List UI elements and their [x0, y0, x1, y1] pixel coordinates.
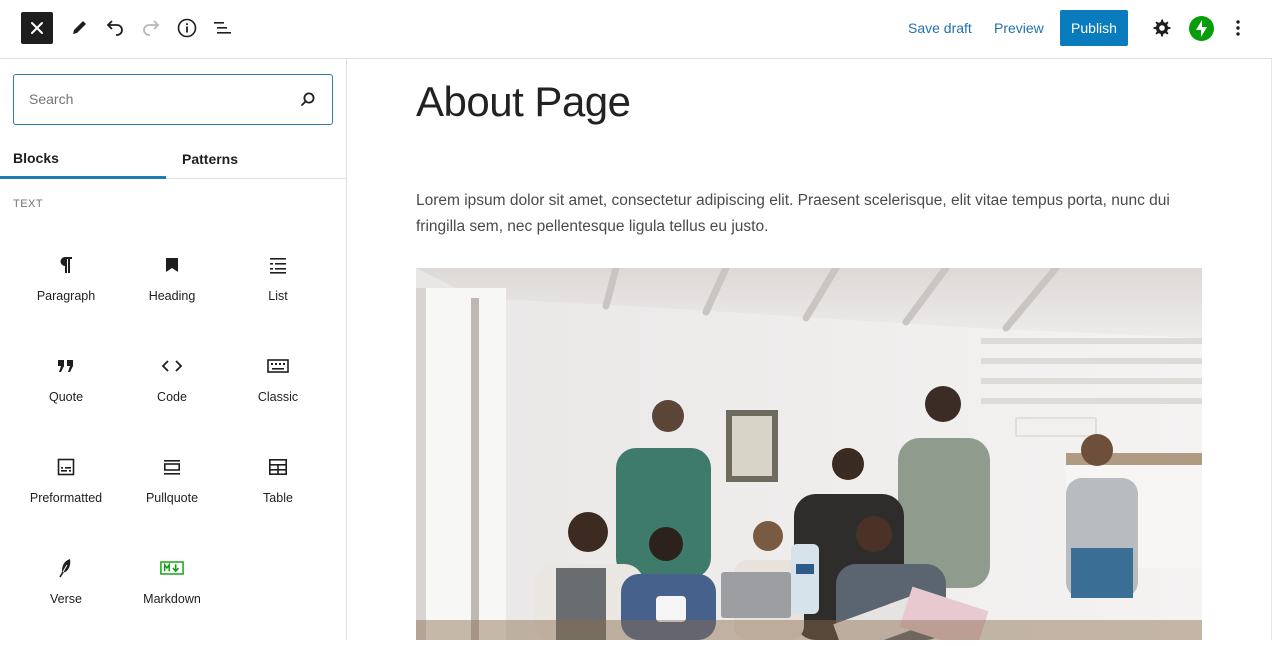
- block-label: Heading: [148, 289, 196, 303]
- tab-blocks[interactable]: Blocks: [0, 139, 166, 179]
- editor-canvas: About Page Lorem ipsum dolor sit amet, c…: [348, 60, 1272, 640]
- list-view-button[interactable]: [207, 12, 239, 44]
- block-heading[interactable]: Heading: [119, 253, 225, 343]
- block-code[interactable]: Code: [119, 354, 225, 444]
- search-input[interactable]: [29, 75, 289, 123]
- settings-button[interactable]: [1146, 12, 1178, 44]
- preview-button[interactable]: Preview: [994, 13, 1044, 43]
- block-label: List: [268, 289, 288, 303]
- search-field[interactable]: [13, 74, 333, 125]
- search-icon[interactable]: [300, 91, 316, 107]
- block-table[interactable]: Table: [225, 455, 331, 545]
- undo-icon: [106, 20, 123, 36]
- inserter-tabs: Blocks Patterns: [0, 139, 346, 179]
- block-label: Markdown: [143, 592, 201, 606]
- quote-icon: [54, 354, 78, 378]
- info-icon: [177, 18, 197, 38]
- close-inserter-button[interactable]: [21, 12, 53, 44]
- paragraph-block[interactable]: Lorem ipsum dolor sit amet, consectetur …: [416, 188, 1176, 240]
- block-paragraph[interactable]: Paragraph: [13, 253, 119, 343]
- image-block[interactable]: [416, 268, 1202, 640]
- gear-icon: [1153, 19, 1171, 37]
- markdown-icon: [160, 556, 184, 580]
- block-inserter-panel: Blocks Patterns TEXT Paragraph Heading: [0, 59, 347, 640]
- keyboard-icon: [266, 354, 290, 378]
- block-pullquote[interactable]: Pullquote: [119, 455, 225, 545]
- tab-patterns[interactable]: Patterns: [166, 139, 346, 179]
- block-markdown[interactable]: Markdown: [119, 556, 225, 646]
- block-label: Verse: [50, 592, 82, 606]
- undo-button[interactable]: [99, 12, 131, 44]
- redo-icon: [143, 20, 160, 36]
- block-preformatted[interactable]: Preformatted: [13, 455, 119, 545]
- block-label: Table: [263, 491, 293, 505]
- jetpack-bolt-icon: [1196, 20, 1207, 37]
- block-label: Quote: [48, 390, 84, 404]
- options-menu-button[interactable]: [1222, 12, 1254, 44]
- close-icon: [31, 22, 43, 34]
- details-button[interactable]: [171, 12, 203, 44]
- table-icon: [266, 455, 290, 479]
- list-icon: [266, 253, 290, 277]
- block-label: Pullquote: [145, 491, 199, 505]
- tools-button[interactable]: [63, 12, 95, 44]
- block-label: Preformatted: [29, 491, 103, 505]
- block-label: Code: [157, 390, 187, 404]
- team-photo-image: [416, 268, 1202, 640]
- block-verse[interactable]: Verse: [13, 556, 119, 646]
- bookmark-icon: [160, 253, 184, 277]
- page-title[interactable]: About Page: [416, 78, 631, 126]
- block-label: Paragraph: [36, 289, 96, 303]
- code-icon: [160, 354, 184, 378]
- block-label: Classic: [257, 390, 299, 404]
- editor-toolbar: Save draft Preview Publish: [0, 0, 1272, 59]
- jetpack-button[interactable]: [1189, 16, 1214, 41]
- paragraph-icon: [54, 253, 78, 277]
- block-list[interactable]: List: [225, 253, 331, 343]
- block-classic[interactable]: Classic: [225, 354, 331, 444]
- pullquote-icon: [160, 455, 184, 479]
- preformatted-icon: [54, 455, 78, 479]
- publish-button[interactable]: Publish: [1060, 10, 1128, 46]
- kebab-menu-icon: [1236, 20, 1240, 36]
- redo-button[interactable]: [135, 12, 167, 44]
- block-quote[interactable]: Quote: [13, 354, 119, 444]
- save-draft-button[interactable]: Save draft: [908, 13, 972, 43]
- feather-icon: [54, 556, 78, 580]
- list-view-icon: [214, 22, 231, 34]
- section-label-text: TEXT: [13, 198, 44, 210]
- pencil-icon: [73, 21, 86, 34]
